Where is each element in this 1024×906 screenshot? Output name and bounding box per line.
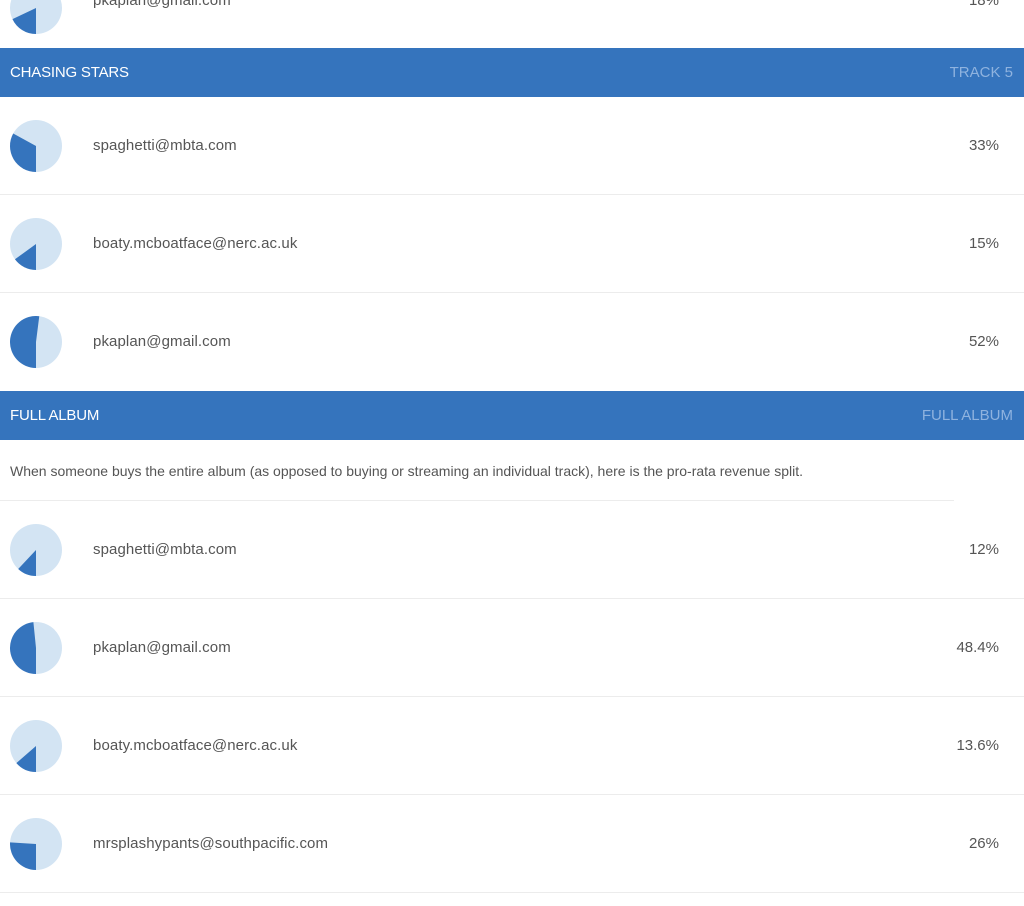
split-row: mrsplashypants@southpacific.com 26% <box>0 795 1024 893</box>
section-tag: TRACK 5 <box>949 64 1013 81</box>
collaborator-email: boaty.mcboatface@nerc.ac.uk <box>93 737 298 754</box>
collaborator-email: pkaplan@gmail.com <box>93 0 231 9</box>
share-percent: 13.6% <box>956 737 999 754</box>
pie-chart <box>10 316 62 368</box>
split-row: spaghetti@mbta.com 33% <box>0 97 1024 195</box>
split-row: pkaplan@gmail.com 48.4% <box>0 599 1024 697</box>
collaborator-email: boaty.mcboatface@nerc.ac.uk <box>93 235 298 252</box>
share-percent: 26% <box>968 835 999 852</box>
share-percent: 33% <box>968 137 999 154</box>
share-pie-icon <box>10 524 62 576</box>
split-row: boaty.mcboatface@nerc.ac.uk 13.6% <box>0 697 1024 795</box>
description-text: When someone buys the entire album (as o… <box>10 463 803 479</box>
pie-slice <box>10 622 36 674</box>
split-row: boaty.mcboatface@nerc.ac.uk 15% <box>0 195 1024 293</box>
pie-slice <box>10 316 40 368</box>
share-percent: 15% <box>968 235 999 252</box>
collaborator-email: pkaplan@gmail.com <box>93 333 231 350</box>
pie-slice <box>10 842 36 870</box>
share-pie-icon <box>10 622 62 674</box>
pie-chart <box>10 120 62 172</box>
collaborator-email: spaghetti@mbta.com <box>93 137 237 154</box>
section-header-chasing-stars: CHASING STARS TRACK 5 <box>0 48 1024 97</box>
revenue-split-page: pkaplan@gmail.com 18% CHASING STARS TRAC… <box>0 0 1024 906</box>
pie-chart <box>10 622 62 674</box>
collaborator-email: spaghetti@mbta.com <box>93 541 237 558</box>
section-tag: FULL ALBUM <box>921 407 1013 424</box>
collaborator-email: pkaplan@gmail.com <box>93 639 231 656</box>
share-pie-icon <box>10 316 62 368</box>
share-pie-icon <box>10 720 62 772</box>
share-pie-icon <box>10 0 62 34</box>
collaborator-email: mrsplashypants@southpacific.com <box>93 835 329 852</box>
share-percent: 48.4% <box>956 639 999 656</box>
pie-chart <box>10 720 62 772</box>
section-title: CHASING STARS <box>10 64 129 81</box>
pie-chart <box>10 218 62 270</box>
pie-chart <box>10 0 62 34</box>
pie-chart <box>10 818 62 870</box>
section-header-full-album: FULL ALBUM FULL ALBUM <box>0 391 1024 440</box>
share-percent: 18% <box>968 0 999 9</box>
pie-chart <box>10 524 62 576</box>
share-pie-icon <box>10 120 62 172</box>
share-pie-icon <box>10 818 62 870</box>
split-row: pkaplan@gmail.com 52% <box>0 293 1024 391</box>
share-pie-icon <box>10 218 62 270</box>
share-percent: 12% <box>968 541 999 558</box>
section-description: When someone buys the entire album (as o… <box>0 440 1024 501</box>
section-title: FULL ALBUM <box>10 407 100 424</box>
share-percent: 52% <box>968 333 999 350</box>
split-row: spaghetti@mbta.com 12% <box>0 501 1024 599</box>
split-row: pkaplan@gmail.com 18% <box>0 0 1024 48</box>
